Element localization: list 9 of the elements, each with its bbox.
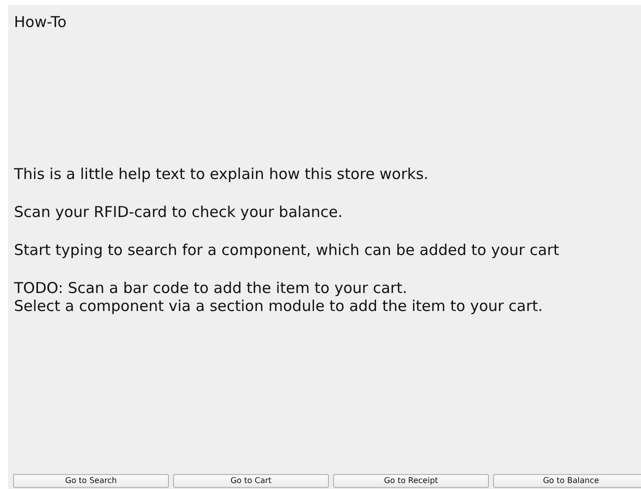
- help-paragraph: This is a little help text to explain how this store works.: [13, 165, 428, 183]
- nav-button[interactable]: Go to Cart: [173, 474, 329, 488]
- page-title: How-To: [14, 13, 67, 31]
- nav-button[interactable]: Go to Search: [13, 474, 169, 488]
- nav-button[interactable]: Go to Receipt: [333, 474, 489, 488]
- help-paragraph: Start typing to search for a component, which can be added to your cart: [13, 241, 560, 259]
- help-paragraph: TODO: Scan a bar code to add the item to your cart. Select a component via a section module to add the item to your cart.: [13, 279, 543, 315]
- nav-button[interactable]: Go to Balance: [493, 474, 641, 488]
- help-paragraph: Scan your RFID-card to check your balance.: [13, 203, 343, 221]
